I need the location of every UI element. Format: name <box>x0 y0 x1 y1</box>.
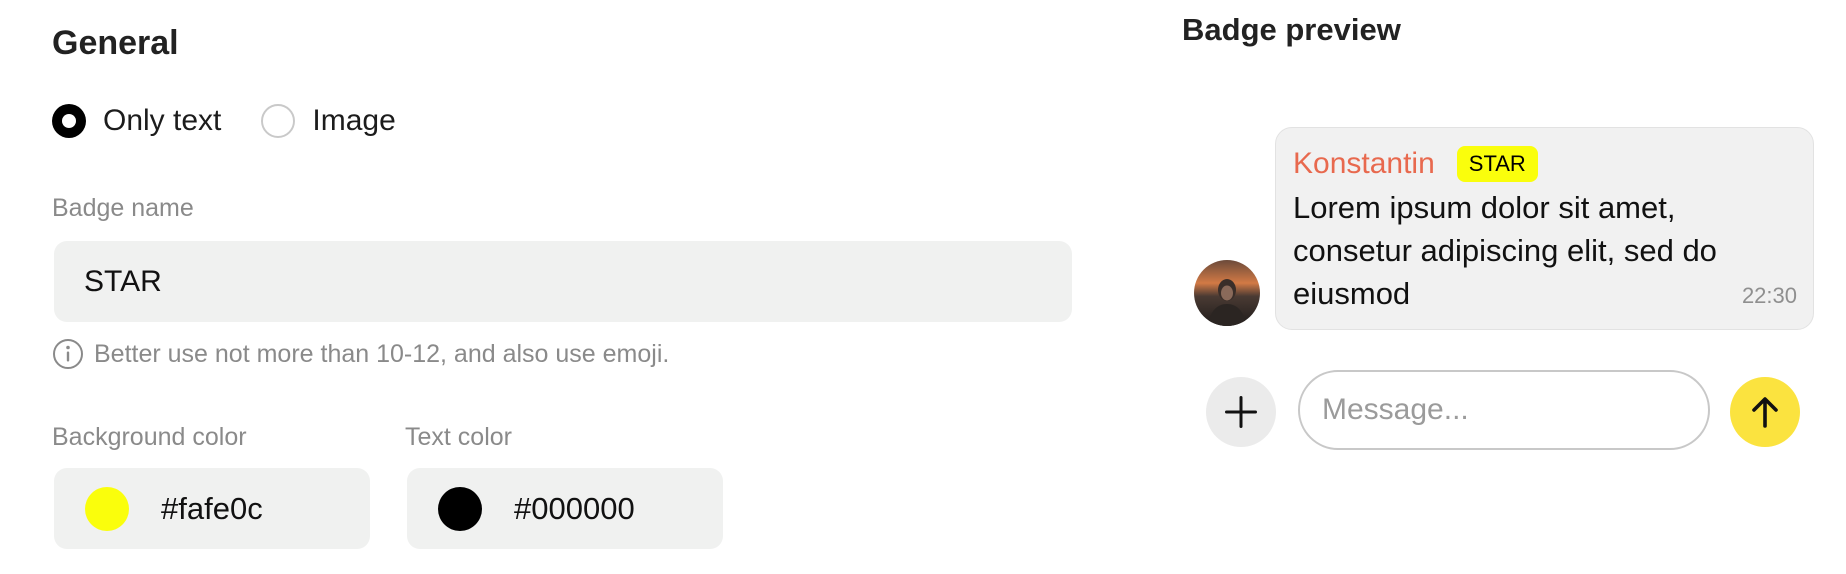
badge-name-label: Badge name <box>52 194 194 222</box>
text-color-label: Text color <box>405 423 512 451</box>
info-icon <box>53 339 83 369</box>
radio-checked-indicator[interactable] <box>52 104 86 138</box>
background-color-swatch[interactable] <box>85 486 129 531</box>
background-color-value: #fafe0c <box>161 490 263 526</box>
preview-title: Badge preview <box>1182 12 1401 47</box>
user-avatar-icon <box>1194 260 1260 326</box>
text-color-value: #000000 <box>514 490 635 526</box>
badge-settings-panel: General Only text Image Badge name Bette… <box>52 0 1072 574</box>
avatar <box>1194 260 1260 326</box>
send-button[interactable] <box>1730 377 1800 447</box>
user-badge: STAR <box>1456 146 1538 182</box>
arrow-up-icon <box>1752 397 1778 428</box>
hint-text: Better use not more than 10-12, and also… <box>94 339 670 368</box>
message-time: 22:30 <box>1741 283 1797 308</box>
radio-image[interactable]: Image <box>261 104 396 138</box>
message-text: Lorem ipsum dolor sit amet, consetur adi… <box>1293 190 1717 311</box>
radio-unchecked-indicator[interactable] <box>261 104 296 138</box>
attach-button[interactable] <box>1206 377 1276 447</box>
message-bubble: Konstantin STAR Lorem ipsum dolor sit am… <box>1275 127 1814 330</box>
background-color-label: Background color <box>52 423 247 451</box>
message-input[interactable] <box>1298 370 1710 450</box>
badge-preview-panel: Badge preview Konstantin STAR Lorem ipsu… <box>1182 0 1846 574</box>
badge-type-radio-group: Only text Image <box>52 104 436 138</box>
sender-name[interactable]: Konstantin <box>1293 147 1435 181</box>
radio-label-only-text: Only text <box>103 104 222 137</box>
background-color-picker[interactable]: #fafe0c <box>54 468 370 549</box>
section-title: General <box>52 24 179 62</box>
radio-label-image: Image <box>312 104 396 137</box>
text-color-swatch[interactable] <box>438 486 482 531</box>
badge-name-input[interactable] <box>54 241 1072 322</box>
badge-name-hint: Better use not more than 10-12, and also… <box>52 338 669 370</box>
text-color-picker[interactable]: #000000 <box>407 468 723 549</box>
radio-only-text[interactable]: Only text <box>52 104 221 138</box>
plus-icon <box>1225 396 1257 428</box>
message-header: Konstantin STAR <box>1293 146 1538 182</box>
